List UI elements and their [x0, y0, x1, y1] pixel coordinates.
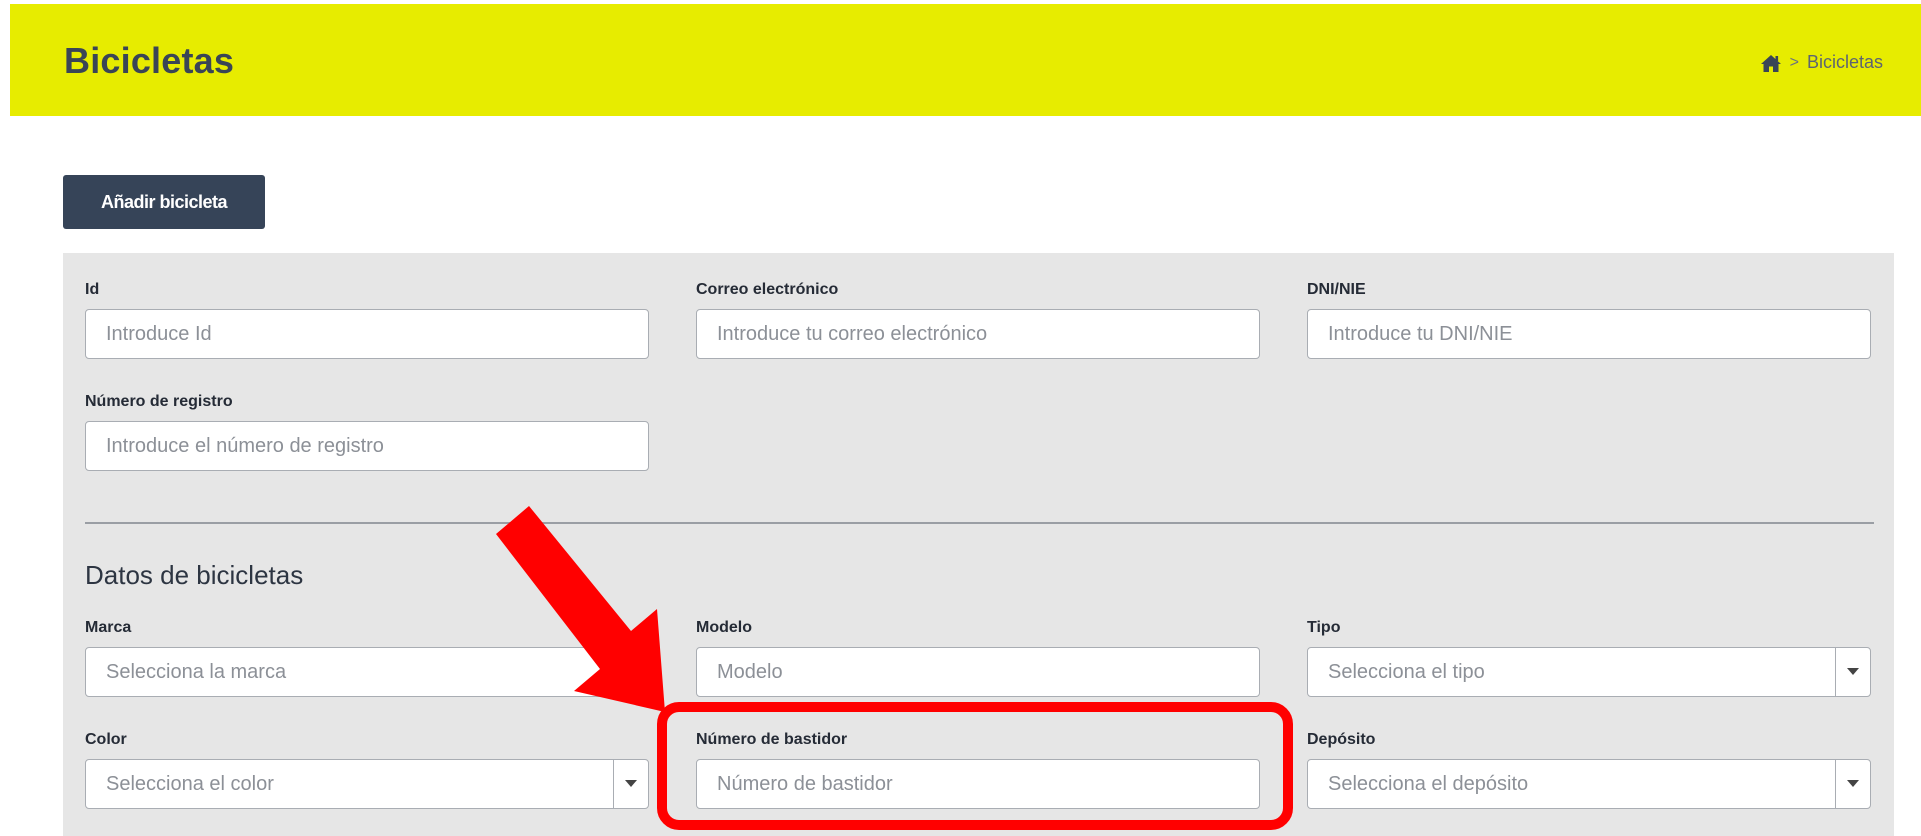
tipo-select[interactable]: Selecciona el tipo [1307, 647, 1871, 697]
breadcrumb-current[interactable]: Bicicletas [1807, 52, 1883, 73]
page-header: Bicicletas > Bicicletas [10, 4, 1921, 116]
color-select-value: Selecciona el color [106, 773, 274, 795]
deposito-label: Depósito [1307, 731, 1376, 748]
registro-input[interactable] [85, 421, 649, 471]
section-divider [85, 522, 1874, 524]
bastidor-label: Número de bastidor [696, 731, 848, 748]
chevron-down-icon[interactable] [1835, 760, 1870, 808]
tipo-label: Tipo [1307, 619, 1341, 636]
search-panel: Id Correo electrónico DNI/NIE Número de … [63, 253, 1894, 836]
deposito-select-value: Selecciona el depósito [1328, 773, 1529, 795]
dni-label: DNI/NIE [1307, 281, 1366, 298]
bike-section-title: Datos de bicicletas [85, 560, 304, 590]
breadcrumb-separator: > [1789, 53, 1799, 71]
tipo-select-value: Selecciona el tipo [1328, 661, 1485, 683]
breadcrumb: > Bicicletas [1760, 52, 1883, 73]
marca-label: Marca [85, 619, 132, 636]
dni-input[interactable] [1307, 309, 1871, 359]
chevron-down-icon[interactable] [613, 760, 648, 808]
marca-input[interactable] [85, 647, 649, 697]
chevron-down-icon[interactable] [1835, 648, 1870, 696]
email-input[interactable] [696, 309, 1260, 359]
home-icon[interactable] [1760, 53, 1782, 73]
id-input[interactable] [85, 309, 649, 359]
modelo-label: Modelo [696, 619, 752, 636]
add-bike-button[interactable]: Añadir bicicleta [63, 175, 265, 229]
id-label: Id [85, 281, 100, 298]
email-label: Correo electrónico [696, 281, 839, 298]
bastidor-input[interactable] [696, 759, 1260, 809]
registro-label: Número de registro [85, 393, 233, 410]
color-label: Color [85, 731, 127, 748]
deposito-select[interactable]: Selecciona el depósito [1307, 759, 1871, 809]
color-select[interactable]: Selecciona el color [85, 759, 649, 809]
page-title: Bicicletas [64, 40, 235, 81]
modelo-input[interactable] [696, 647, 1260, 697]
